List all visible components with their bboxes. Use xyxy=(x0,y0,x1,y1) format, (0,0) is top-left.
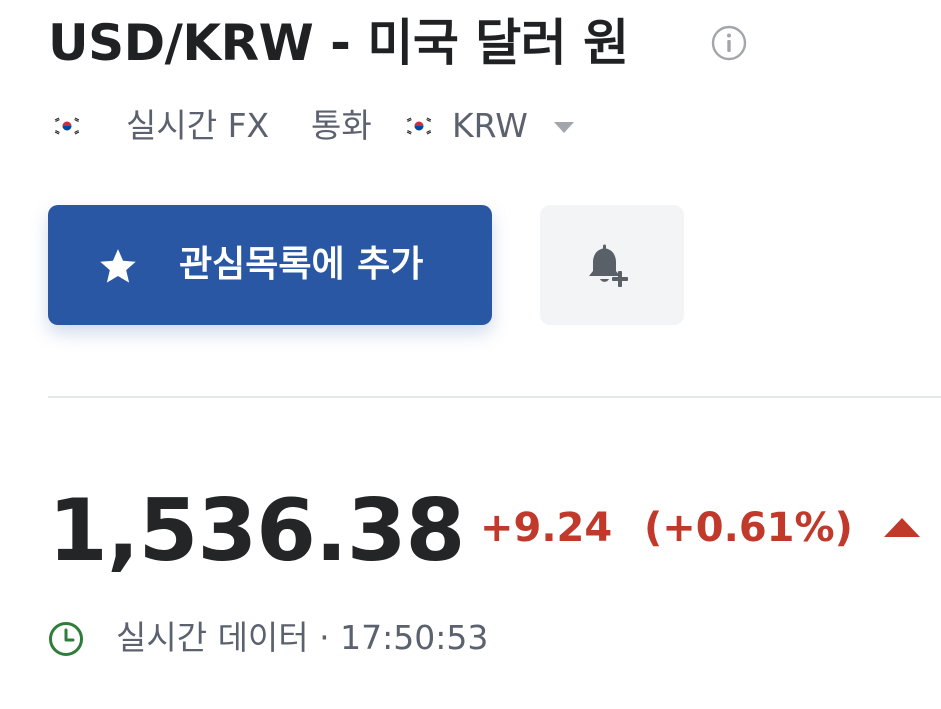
price-change: +9.24 xyxy=(480,505,613,551)
clock-icon xyxy=(48,621,84,657)
info-icon[interactable] xyxy=(711,25,747,61)
realtime-data-status: 실시간 데이터 · 17:50:53 xyxy=(116,618,489,657)
current-price: 1,536.38 xyxy=(48,481,465,581)
caret-down-icon[interactable] xyxy=(554,122,574,133)
realtime-fx-label: 실시간 FX xyxy=(126,106,270,145)
south-korea-flag-icon xyxy=(404,116,434,136)
price-change-percent: (+0.61%) xyxy=(644,505,853,551)
section-divider xyxy=(48,396,941,398)
triangle-up-icon xyxy=(884,518,920,537)
currency-selector[interactable]: KRW xyxy=(452,104,528,148)
watchlist-button-label: 관심목록에 추가 xyxy=(179,244,424,285)
bell-plus-icon xyxy=(583,238,641,296)
category-label: 통화 xyxy=(311,106,372,145)
page-title: USD/KRW - 미국 달러 원 xyxy=(48,14,629,72)
south-korea-flag-icon xyxy=(52,116,82,136)
star-icon xyxy=(97,247,139,287)
